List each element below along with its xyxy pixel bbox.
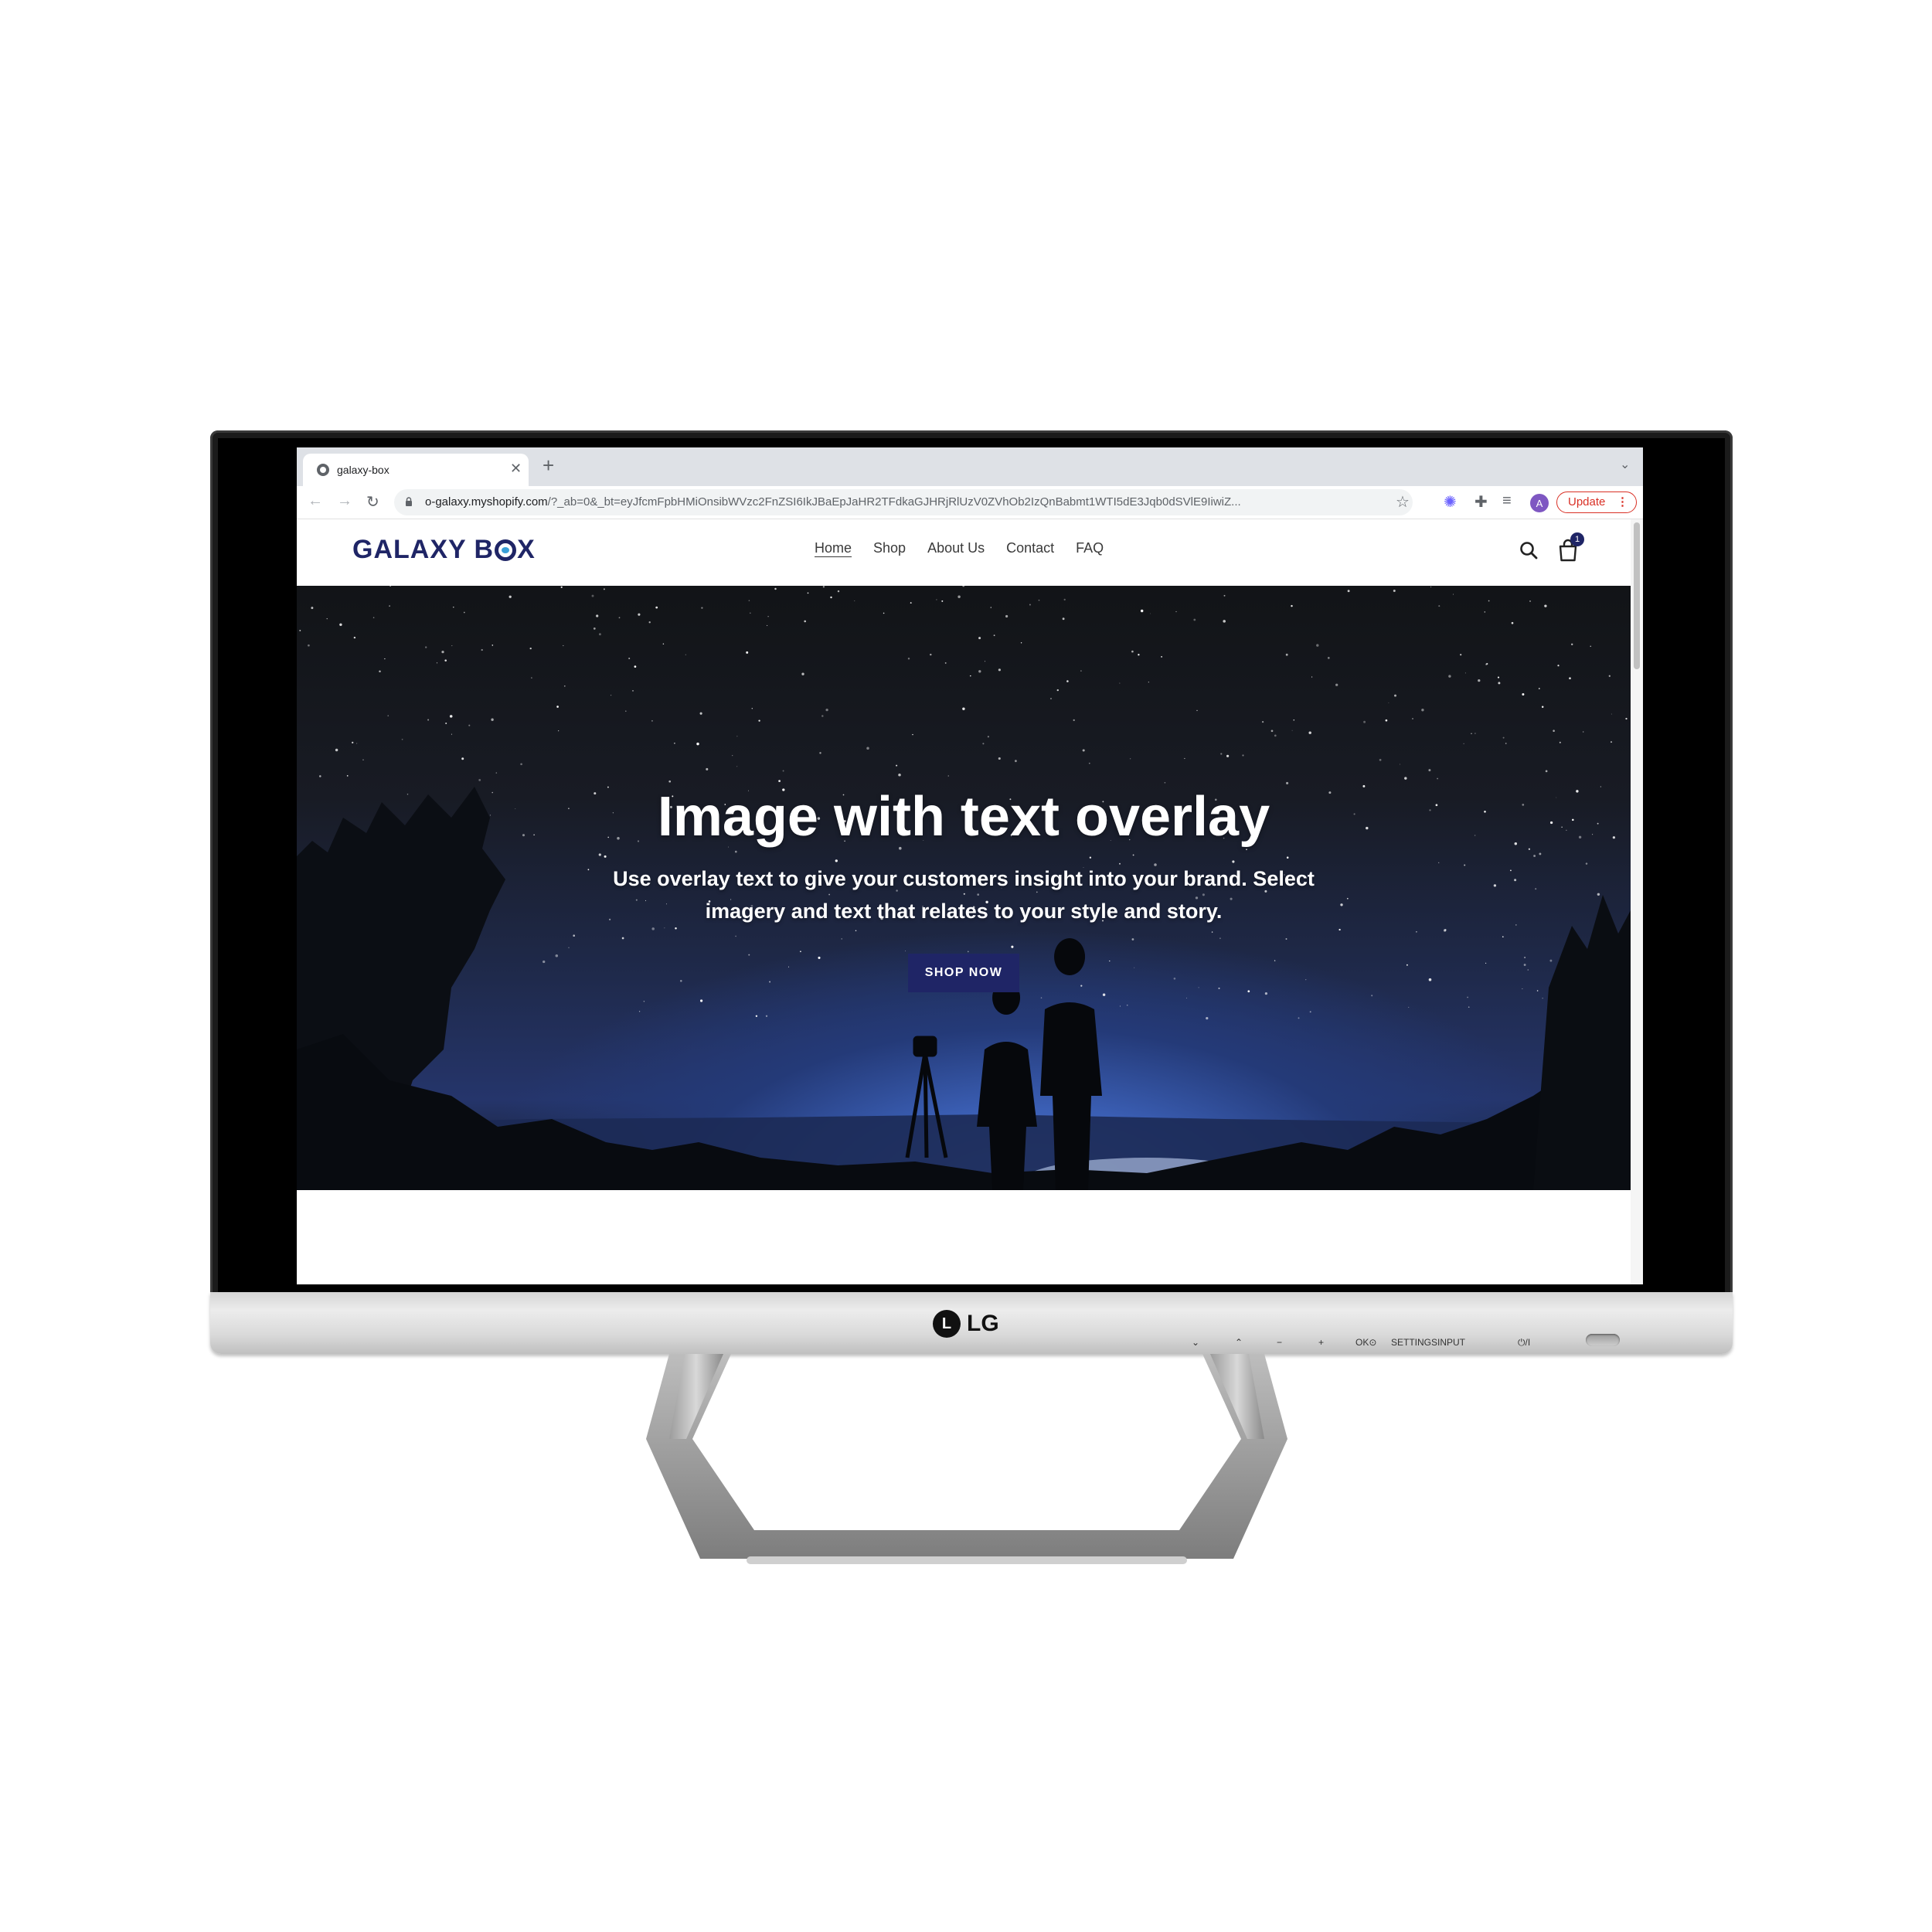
url-host: o-galaxy.myshopify.com: [425, 495, 548, 509]
hero-subtitle: Use overlay text to give your customers …: [613, 867, 1315, 923]
hero-title: Image with text overlay: [657, 786, 1270, 848]
logo-text-2: X: [517, 535, 536, 564]
address-bar[interactable]: o-galaxy.myshopify.com/?_ab=0&_bt=eyJfcm…: [394, 489, 1413, 515]
tab-title: galaxy-box: [337, 464, 389, 476]
search-icon[interactable]: [1518, 539, 1541, 563]
url-text: o-galaxy.myshopify.com/?_ab=0&_bt=eyJfcm…: [425, 495, 1383, 509]
browser-tab[interactable]: galaxy-box ✕: [303, 454, 529, 486]
nav-faq[interactable]: FAQ: [1076, 540, 1104, 556]
close-icon[interactable]: ✕: [510, 461, 522, 477]
profile-avatar[interactable]: A: [1530, 494, 1549, 512]
update-label: Update: [1568, 495, 1606, 509]
back-arrow-icon[interactable]: ←: [308, 492, 323, 510]
nav-about-us[interactable]: About Us: [927, 540, 985, 556]
extension-sparkle-icon[interactable]: ✺: [1444, 492, 1457, 512]
monitor-power-button[interactable]: ⏻/I: [1518, 1337, 1530, 1349]
cart-count-badge: 1: [1570, 532, 1584, 546]
update-button[interactable]: Update ⋮: [1556, 492, 1637, 513]
globe-icon: [317, 464, 329, 476]
hero-banner: Image with text overlay Use overlay text…: [297, 586, 1631, 1190]
lg-logo-text: LG: [967, 1311, 999, 1336]
bookmark-star-icon[interactable]: ☆: [1396, 492, 1410, 512]
lock-icon: [406, 497, 412, 506]
lg-logo: L LG: [933, 1310, 999, 1338]
main-nav: Home Shop About Us Contact FAQ: [815, 540, 1104, 556]
tab-search-chevron-icon[interactable]: ⌄: [1620, 457, 1630, 472]
monitor-stand: [646, 1354, 1287, 1564]
puzzle-extensions-icon[interactable]: ✚: [1475, 492, 1488, 512]
url-path: /?_ab=0&_bt=eyJfcmFpbHMiOnsibWVzc2FnZSI6…: [547, 495, 1241, 509]
monitor-down-button[interactable]: ⌄: [1192, 1337, 1199, 1348]
shop-now-button[interactable]: SHOP NOW: [908, 954, 1019, 992]
monitor-input-button[interactable]: INPUT: [1437, 1337, 1465, 1348]
page-scrollbar-thumb[interactable]: [1634, 522, 1640, 669]
site-logo[interactable]: GALAXY B X: [352, 535, 536, 565]
more-menu-icon: ⋮: [1617, 495, 1628, 509]
nav-contact[interactable]: Contact: [1006, 540, 1054, 556]
monitor-ok-button[interactable]: OK⊙: [1355, 1337, 1376, 1348]
reload-icon[interactable]: ↻: [366, 492, 379, 512]
monitor-up-button[interactable]: ⌃: [1235, 1337, 1243, 1348]
lg-logo-mark: L: [933, 1310, 961, 1338]
logo-planet-icon: [495, 539, 517, 561]
monitor-minus-button[interactable]: −: [1277, 1337, 1282, 1348]
monitor-plus-button[interactable]: +: [1318, 1337, 1324, 1348]
reading-list-icon[interactable]: ≡: [1502, 492, 1512, 510]
monitor-settings-button[interactable]: SETTINGS: [1391, 1337, 1437, 1348]
power-indicator: [1586, 1334, 1620, 1346]
forward-arrow-icon[interactable]: →: [337, 492, 352, 510]
browser-toolbar: ← → ↻ o-galaxy.myshopify.com/?_ab=0&_bt=…: [297, 486, 1643, 519]
tab-bar: galaxy-box ✕ + ⌄: [297, 447, 1643, 486]
new-tab-button[interactable]: +: [543, 454, 554, 478]
nav-shop[interactable]: Shop: [873, 540, 906, 556]
browser-window: galaxy-box ✕ + ⌄ ← → ↻ o-galaxy.myshopif…: [297, 447, 1643, 1284]
logo-text-1: GALAXY B: [352, 535, 495, 564]
site-header: GALAXY B X Home Shop About Us Contact FA…: [297, 519, 1631, 586]
web-page: GALAXY B X Home Shop About Us Contact FA…: [297, 519, 1643, 1284]
nav-home[interactable]: Home: [815, 540, 852, 556]
